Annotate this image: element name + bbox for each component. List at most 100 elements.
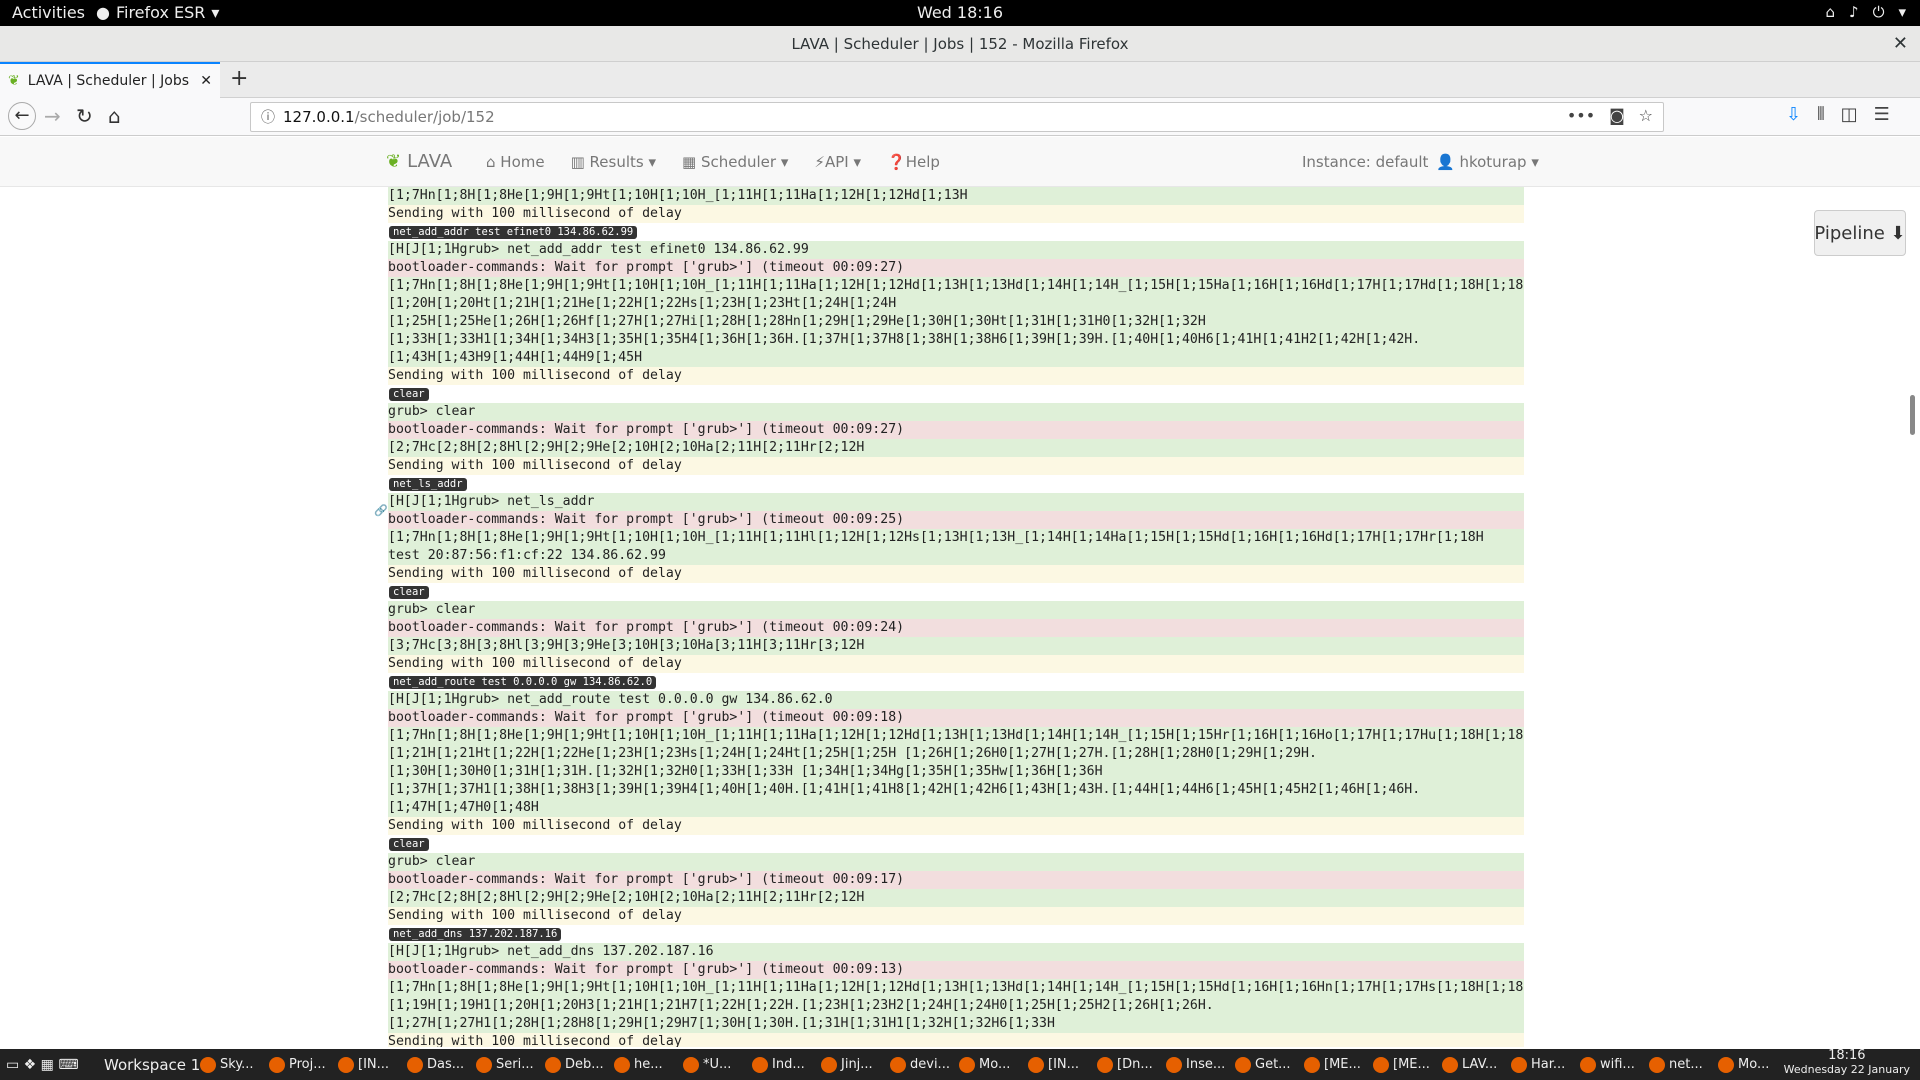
nav-api[interactable]: ⚡API ▾ xyxy=(814,153,861,171)
taskbar-item[interactable]: Seri... xyxy=(476,1049,534,1080)
activities-button[interactable]: Activities xyxy=(12,3,85,22)
user-menu[interactable]: 👤 hkoturap ▾ xyxy=(1436,153,1539,171)
info-icon[interactable]: ⓘ xyxy=(261,107,275,127)
taskbar-item[interactable]: he... xyxy=(614,1049,663,1080)
nav-toolbar: ← → ↻ ⌂ ⓘ 127.0.0.1/scheduler/job/152 ••… xyxy=(0,98,1920,136)
forward-icon[interactable]: → xyxy=(44,104,61,128)
firefox-icon: ● xyxy=(96,3,110,22)
caret-icon: ▾ xyxy=(1531,153,1539,171)
page-actions-icon[interactable]: ••• xyxy=(1567,106,1595,125)
taskbar-item[interactable]: [ME... xyxy=(1304,1049,1361,1080)
taskbar-date: Wednesday 22 January xyxy=(1783,1063,1910,1076)
lava-navbar: ❦ LAVA ⌂ Home ▥ Results ▾ ▦ Scheduler ▾ ⚡… xyxy=(0,137,1920,187)
taskbar-item[interactable]: Mo... xyxy=(959,1049,1010,1080)
home-icon[interactable]: ⌂ xyxy=(108,104,121,128)
link-icon[interactable]: 🔗 xyxy=(374,504,388,517)
library-icon[interactable]: ⫴ xyxy=(1817,104,1825,125)
log-command-line: net_add_route test 0.0.0.0 gw 134.86.62.… xyxy=(388,673,1524,691)
taskbar-item-label: Jinj... xyxy=(841,1057,873,1072)
app-icon xyxy=(1235,1056,1251,1073)
nav-home-label: Home xyxy=(500,153,545,171)
top-clock[interactable]: Wed 18:16 xyxy=(0,3,1920,22)
workspace-switcher[interactable]: Workspace 1 xyxy=(104,1056,200,1074)
log-command-line: clear xyxy=(388,385,1524,403)
close-icon[interactable]: ✕ xyxy=(1893,33,1908,54)
bookmark-star-icon[interactable]: ☆ xyxy=(1639,106,1653,125)
taskbar-item[interactable]: Har... xyxy=(1511,1049,1565,1080)
app-icon xyxy=(1718,1056,1734,1073)
taskbar-item[interactable]: *U... xyxy=(683,1049,731,1080)
job-log: [1;7Hn[1;8H[1;8He[1;9H[1;9Ht[1;10H[1;10H… xyxy=(388,187,1524,1047)
nav-home[interactable]: ⌂ Home xyxy=(486,153,545,171)
taskbar-item[interactable]: LAV... xyxy=(1442,1049,1497,1080)
app-icon xyxy=(752,1056,768,1073)
app-menu[interactable]: ● Firefox ESR ▾ xyxy=(96,3,219,22)
taskbar-item[interactable]: Sky... xyxy=(200,1049,254,1080)
log-line: [1;27H[1;27H1[1;28H[1;28H8[1;29H[1;29H7[… xyxy=(388,1015,1524,1033)
nav-scheduler[interactable]: ▦ Scheduler ▾ xyxy=(682,153,788,171)
new-tab-button[interactable]: + xyxy=(230,66,248,91)
tab-lava-job[interactable]: ❦ LAVA | Scheduler | Jobs ✕ xyxy=(0,62,220,98)
taskbar-item[interactable]: Proj... xyxy=(269,1049,326,1080)
taskbar-clock[interactable]: 18:16 Wednesday 22 January xyxy=(1784,1049,1910,1077)
taskbar-item[interactable]: [ME... xyxy=(1373,1049,1430,1080)
taskbar-item[interactable]: Mo... xyxy=(1718,1049,1769,1080)
log-line: [H[J[1;1Hgrub> net_ls_addr xyxy=(388,493,1524,511)
taskbar-item-label: Har... xyxy=(1531,1057,1566,1072)
url-path: /scheduler/job/152 xyxy=(354,108,495,126)
taskbar-item-label: Seri... xyxy=(496,1057,534,1072)
lava-logo-icon: ❦ xyxy=(386,151,402,172)
taskbar-item[interactable]: Ind... xyxy=(752,1049,805,1080)
taskbar-item[interactable]: [IN... xyxy=(338,1049,389,1080)
log-line: bootloader-commands: Wait for prompt ['g… xyxy=(388,421,1524,439)
log-line: [1;33H[1;33H1[1;34H[1;34H3[1;35H[1;35H4[… xyxy=(388,331,1524,349)
taskbar-item[interactable]: Deb... xyxy=(545,1049,604,1080)
command-badge: clear xyxy=(389,838,429,851)
calendar-icon: ▦ xyxy=(682,153,701,171)
back-icon[interactable]: ← xyxy=(8,102,36,130)
sidebar-icon[interactable]: ◫ xyxy=(1841,104,1858,125)
desktop-icons[interactable]: ▭ ❖ ▦ ⌨ xyxy=(6,1057,79,1073)
log-line: [1;7Hn[1;8H[1;8He[1;9H[1;9Ht[1;10H[1;10H… xyxy=(388,277,1524,295)
user-name: hkoturap xyxy=(1459,153,1527,171)
log-line: [3;7Hc[3;8H[3;8Hl[3;9H[3;9He[3;10H[3;10H… xyxy=(388,637,1524,655)
pipeline-button[interactable]: Pipeline ⬇ xyxy=(1814,210,1906,256)
lava-brand[interactable]: ❦ LAVA xyxy=(386,151,452,172)
log-line: [1;7Hn[1;8H[1;8He[1;9H[1;9Ht[1;10H[1;10H… xyxy=(388,187,1524,205)
taskbar-item[interactable]: Get... xyxy=(1235,1049,1291,1080)
nav-results[interactable]: ▥ Results ▾ xyxy=(571,153,656,171)
taskbar-item[interactable]: Jinj... xyxy=(821,1049,873,1080)
downloads-icon[interactable]: ⇩ xyxy=(1786,104,1801,125)
command-badge: net_add_route test 0.0.0.0 gw 134.86.62.… xyxy=(389,676,657,689)
reload-icon[interactable]: ↻ xyxy=(76,104,93,128)
pocket-icon[interactable]: ◙ xyxy=(1609,106,1625,125)
taskbar-item[interactable]: net... xyxy=(1649,1049,1703,1080)
hamburger-menu-icon[interactable]: ☰ xyxy=(1874,104,1890,125)
log-line: Sending with 100 millisecond of delay xyxy=(388,817,1524,835)
taskbar-item[interactable]: [Dn... xyxy=(1097,1049,1153,1080)
pipeline-label: Pipeline xyxy=(1814,222,1885,244)
app-icon xyxy=(821,1056,837,1073)
log-line: [1;19H[1;19H1[1;20H[1;20H3[1;21H[1;21H7[… xyxy=(388,997,1524,1015)
taskbar-item[interactable]: devi... xyxy=(890,1049,950,1080)
log-line: [1;20H[1;20Ht[1;21H[1;21He[1;22H[1;22Hs[… xyxy=(388,295,1524,313)
taskbar-item-label: Get... xyxy=(1255,1057,1291,1072)
taskbar-item[interactable]: [IN... xyxy=(1028,1049,1079,1080)
app-icon xyxy=(1166,1056,1182,1073)
log-line: Sending with 100 millisecond of delay xyxy=(388,1033,1524,1047)
url-bar[interactable]: ⓘ 127.0.0.1/scheduler/job/152 ••• ◙ ☆ xyxy=(250,102,1664,132)
system-tray[interactable]: ⌂ ♪ ⏻ ▾ xyxy=(1825,3,1906,21)
taskbar-item[interactable]: Inse... xyxy=(1166,1049,1225,1080)
log-line: [1;47H[1;47H0[1;48H xyxy=(388,799,1524,817)
log-line: grub> clear xyxy=(388,601,1524,619)
nav-help[interactable]: ❓Help xyxy=(887,153,940,171)
taskbar-item-label: Ind... xyxy=(772,1057,805,1072)
network-icon: ⌂ xyxy=(1825,3,1836,21)
app-icon xyxy=(890,1056,906,1073)
taskbar-item[interactable]: Das... xyxy=(407,1049,464,1080)
tab-close-icon[interactable]: ✕ xyxy=(200,73,212,89)
scrollbar-thumb[interactable] xyxy=(1910,395,1915,435)
log-line: Sending with 100 millisecond of delay xyxy=(388,655,1524,673)
app-icon xyxy=(1649,1056,1665,1073)
taskbar-item[interactable]: wifi... xyxy=(1580,1049,1635,1080)
